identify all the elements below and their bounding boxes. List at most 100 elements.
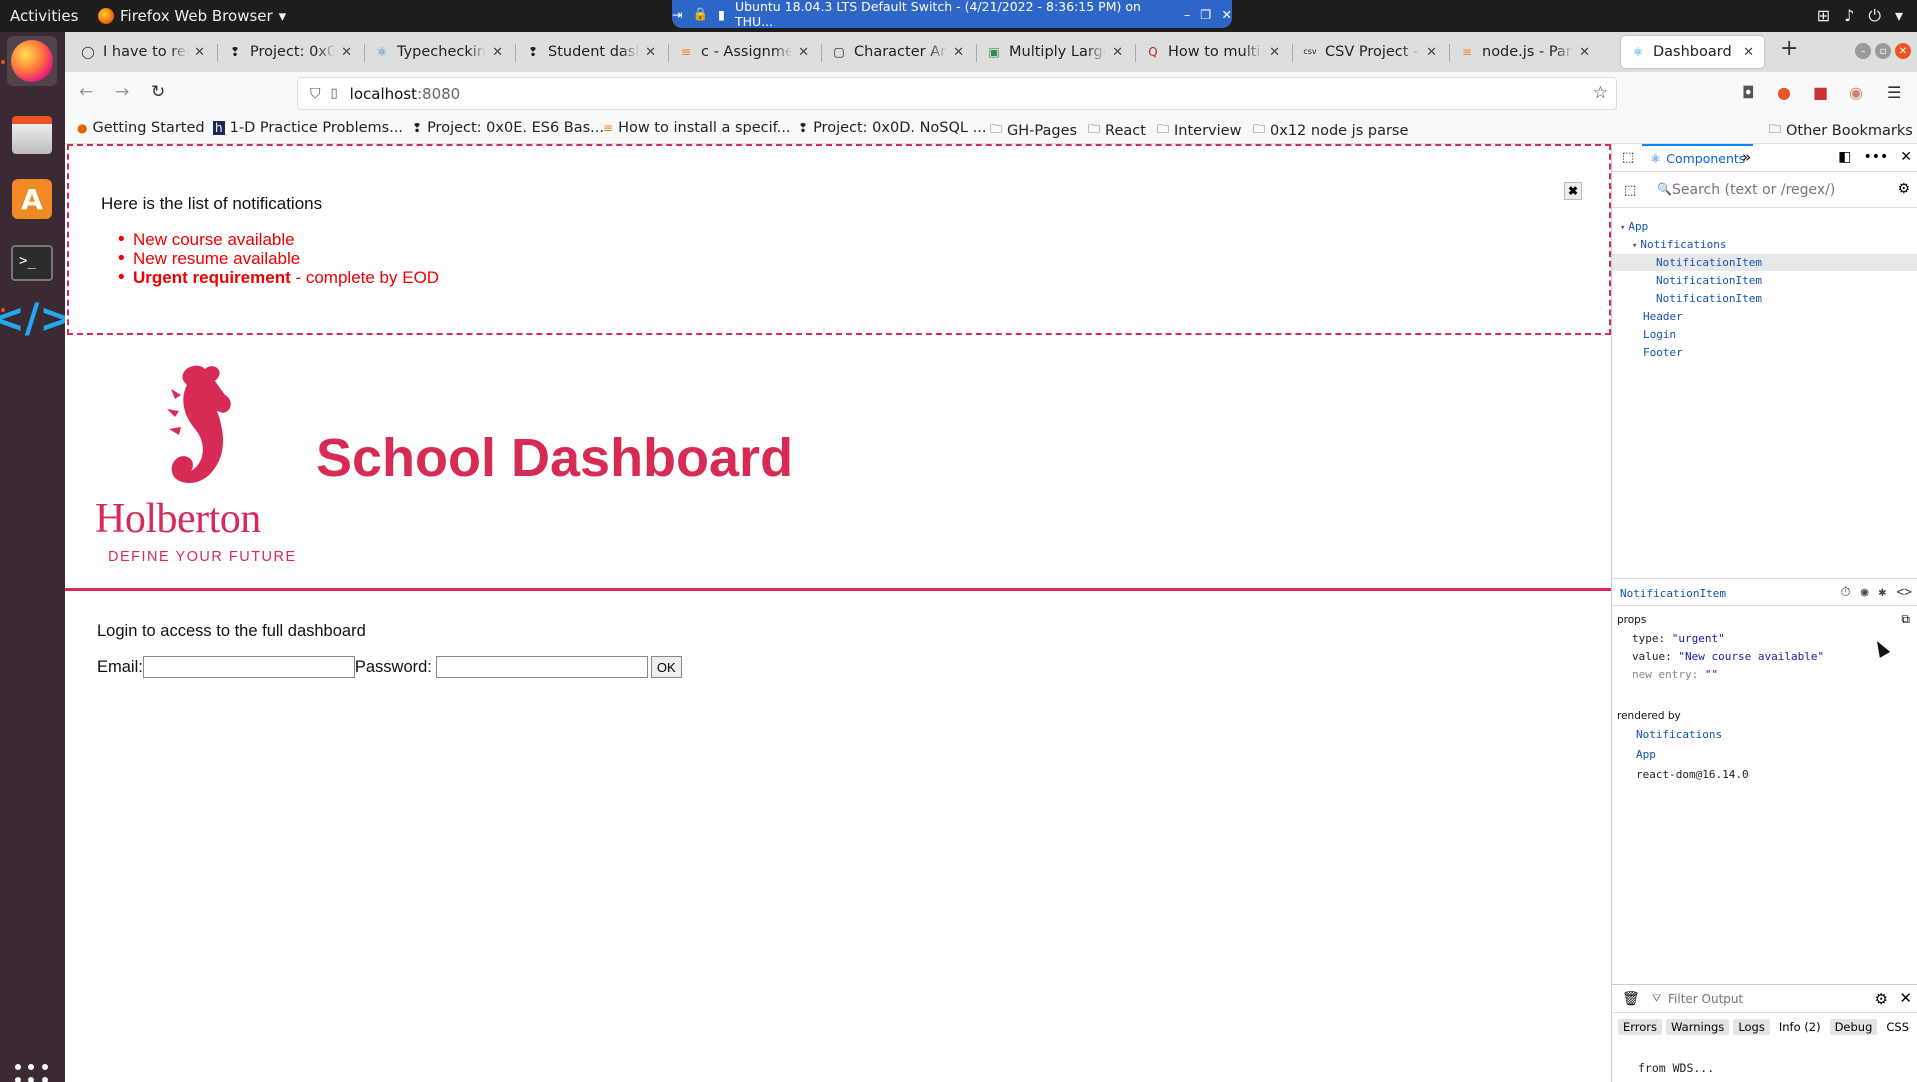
prop-value[interactable]: "New course available" — [1678, 650, 1824, 663]
dock-terminal[interactable]: >_ — [7, 238, 57, 288]
password-field[interactable] — [435, 656, 648, 678]
stopwatch-icon[interactable]: ⏱ — [1841, 585, 1851, 600]
pick-element-icon[interactable]: ⬚ — [1622, 150, 1634, 165]
tree-item-login[interactable]: Login — [1643, 326, 1676, 343]
close-icon[interactable]: ✕ — [953, 45, 964, 60]
close-icon[interactable]: ✕ — [645, 45, 656, 60]
tree-item-footer[interactable]: Footer — [1643, 344, 1683, 361]
tab[interactable]: Q How to multip ✕ — [1136, 36, 1290, 68]
tab[interactable]: ❢ Student dashb ✕ — [516, 36, 666, 68]
pocket-icon[interactable]: ◘ — [1742, 83, 1755, 102]
show-applications-icon[interactable] — [15, 1064, 49, 1082]
close-notifications-button[interactable]: ✖ — [1564, 182, 1582, 200]
filter-logs[interactable]: Logs — [1733, 1019, 1770, 1035]
extension-duckduckgo-icon[interactable]: ● — [1777, 83, 1791, 102]
new-entry-value[interactable]: "" — [1705, 668, 1718, 681]
view-source-icon[interactable]: <> — [1896, 585, 1912, 600]
bookmark-item[interactable]: ❢ Project: 0x0D. NoSQL ... — [798, 120, 986, 136]
filter-info[interactable]: Info (2) — [1774, 1019, 1826, 1035]
volume-icon[interactable]: ♪ — [1844, 6, 1854, 26]
close-window-button[interactable]: ✕ — [1895, 43, 1911, 59]
bug-icon[interactable]: ✱ — [1879, 585, 1887, 600]
copy-icon[interactable]: ⧉ — [1901, 612, 1910, 627]
tab[interactable]: ◯ I have to redo ✕ — [71, 36, 215, 68]
tree-item-header[interactable]: Header — [1643, 308, 1683, 325]
close-icon[interactable]: ✕ — [1269, 45, 1280, 60]
back-button[interactable]: ← — [79, 82, 93, 102]
dock-vscode[interactable]: </> — [0, 294, 73, 344]
dock-software[interactable]: A — [7, 174, 57, 224]
tab[interactable]: ≡ node.js - Parsin ✕ — [1450, 36, 1600, 68]
bookmark-folder[interactable]: 🗀 React — [1088, 120, 1146, 141]
minimize-icon[interactable]: – — [1184, 7, 1190, 22]
restore-icon[interactable]: ❐ — [1200, 7, 1211, 22]
bookmark-item[interactable]: h 1-D Practice Problems... — [213, 120, 403, 136]
trash-icon[interactable]: 🗑 — [1622, 991, 1640, 1007]
tab-components[interactable]: ⚛ Components — [1642, 144, 1754, 172]
forward-button[interactable]: → — [115, 82, 129, 102]
close-icon[interactable]: ✕ — [1112, 45, 1123, 60]
tree-item-notificationitem-selected[interactable]: NotificationItem — [1612, 254, 1917, 271]
more-tabs-icon[interactable]: » — [1742, 148, 1751, 166]
new-entry-key[interactable]: new entry: — [1632, 668, 1698, 681]
tab[interactable]: ▣ Multiply Large ✕ — [977, 36, 1133, 68]
tab[interactable]: ❢ Project: 0x03. ✕ — [218, 36, 362, 68]
reload-button[interactable]: ↻ — [151, 82, 165, 102]
shield-icon[interactable]: ⛉ — [310, 86, 321, 102]
search-input[interactable] — [1672, 180, 1872, 200]
new-tab-button[interactable]: + — [1780, 36, 1798, 61]
bookmark-folder[interactable]: 🗀 0x12 node js parse — [1253, 120, 1408, 141]
eye-icon[interactable]: ◉ — [1861, 585, 1869, 600]
rendered-by-item[interactable]: Notifications — [1636, 728, 1722, 741]
dock-firefox[interactable] — [7, 36, 57, 86]
close-icon[interactable]: ✕ — [1426, 45, 1437, 60]
close-icon[interactable]: ✕ — [1579, 45, 1590, 60]
ok-button[interactable]: OK — [650, 656, 682, 678]
bookmark-folder[interactable]: 🗀 Interview — [1157, 120, 1241, 141]
select-element-icon[interactable]: ⬚ — [1624, 183, 1636, 198]
system-tray[interactable]: ⊞ ♪ ⏻ ▾ — [1817, 6, 1903, 26]
power-icon[interactable]: ⏻ — [1868, 6, 1881, 26]
pin-icon[interactable]: ⇥ — [672, 7, 682, 22]
bookmark-item[interactable]: ≡ How to install a specif... — [603, 120, 791, 136]
expand-arrow-icon[interactable]: ▾ — [1632, 241, 1637, 251]
tree-item-notificationitem[interactable]: NotificationItem — [1656, 272, 1762, 289]
close-icon[interactable]: ✕ — [341, 45, 352, 60]
expand-arrow-icon[interactable]: ▾ — [1620, 223, 1625, 233]
page-info-icon[interactable]: ▯ — [331, 86, 338, 101]
close-icon[interactable]: ✕ — [1222, 7, 1232, 22]
profile-icon[interactable]: ◉ — [1849, 83, 1863, 102]
close-devtools-icon[interactable]: ✕ — [1900, 149, 1912, 165]
tree-item-notificationitem[interactable]: NotificationItem — [1656, 290, 1762, 307]
bookmark-item[interactable]: ● Getting Started — [77, 120, 205, 136]
activities-button[interactable]: Activities — [10, 7, 78, 25]
caret-down-icon[interactable]: ▾ — [1895, 6, 1903, 26]
menu-icon[interactable]: ☰ — [1887, 83, 1901, 102]
dock-side-icon[interactable]: ◧ — [1838, 149, 1851, 165]
app-menu[interactable]: Firefox Web Browser ▾ — [98, 7, 286, 25]
tab[interactable]: ⚛ Typechecking ✕ — [365, 36, 513, 68]
minimize-button[interactable]: – — [1855, 43, 1871, 59]
tab-active[interactable]: ⚛ Dashboard ✕ — [1621, 36, 1764, 68]
close-icon[interactable]: ✕ — [798, 45, 809, 60]
prop-value[interactable]: "urgent" — [1672, 632, 1725, 645]
tab[interactable]: ▢ Character Arra ✕ — [822, 36, 974, 68]
tab[interactable]: csv CSV Project - E ✕ — [1293, 36, 1447, 68]
close-icon[interactable]: ✕ — [1743, 45, 1754, 60]
close-icon[interactable]: ✕ — [492, 45, 503, 60]
bookmark-item[interactable]: ❢ Project: 0x0E. ES6 Bas... — [412, 120, 604, 136]
rendered-by-item[interactable]: App — [1636, 748, 1656, 761]
prop-row[interactable]: type: "urgent" — [1632, 632, 1725, 645]
bookmark-star-icon[interactable]: ☆ — [1593, 83, 1608, 103]
filter-css[interactable]: CSS — [1881, 1019, 1914, 1035]
new-prop-row[interactable]: new entry: "" — [1632, 668, 1718, 681]
tree-item-notifications[interactable]: ▾ Notifications — [1632, 236, 1727, 253]
more-options-icon[interactable]: ••• — [1863, 149, 1888, 165]
tab[interactable]: ≡ c - Assignment ✕ — [669, 36, 819, 68]
filter-warnings[interactable]: Warnings — [1666, 1019, 1730, 1035]
maximize-button[interactable]: ▫ — [1875, 43, 1891, 59]
tree-item-app[interactable]: ▾ App — [1620, 218, 1648, 235]
gear-icon[interactable]: ⚙ — [1897, 181, 1910, 197]
gear-icon[interactable]: ⚙ — [1875, 990, 1888, 1008]
other-bookmarks[interactable]: 🗀 Other Bookmarks — [1769, 120, 1913, 141]
